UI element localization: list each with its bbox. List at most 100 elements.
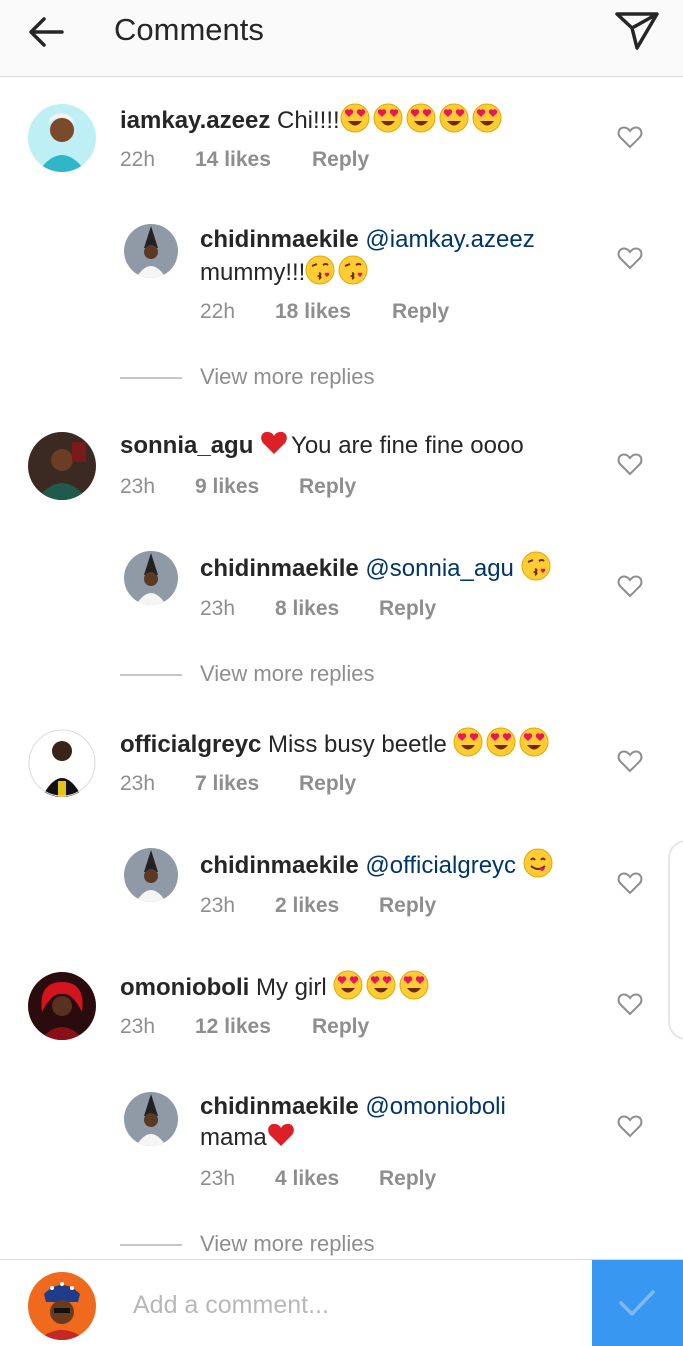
reply-likes[interactable]: 4 likes bbox=[275, 1167, 339, 1191]
heart-eyes-emoji bbox=[373, 103, 403, 133]
page-title: Comments bbox=[114, 12, 264, 47]
current-user-avatar bbox=[28, 1272, 96, 1340]
divider-line bbox=[120, 674, 182, 676]
reply-meta: 22h 18 likes Reply bbox=[200, 300, 600, 326]
reply-likes[interactable]: 2 likes bbox=[275, 894, 339, 918]
avatar[interactable] bbox=[28, 432, 96, 500]
mention-link[interactable]: @sonnia_agu bbox=[365, 555, 513, 582]
heart-eyes-emoji bbox=[453, 727, 483, 757]
back-arrow-icon[interactable] bbox=[26, 14, 66, 50]
yum-face-emoji bbox=[523, 848, 553, 878]
avatar[interactable] bbox=[124, 1092, 178, 1146]
reply-button[interactable]: Reply bbox=[312, 1015, 369, 1039]
mention-link[interactable]: @omonioboli bbox=[365, 1093, 505, 1120]
top-bar: Comments bbox=[0, 0, 683, 77]
reply-button[interactable]: Reply bbox=[312, 148, 369, 172]
heart-outline-icon[interactable] bbox=[617, 246, 643, 270]
post-button[interactable] bbox=[592, 1260, 683, 1346]
avatar[interactable] bbox=[124, 551, 178, 605]
divider-line bbox=[120, 377, 182, 379]
comment-composer bbox=[0, 1259, 683, 1346]
reply-username[interactable]: chidinmaekile bbox=[200, 852, 359, 879]
comment-username[interactable]: sonnia_agu bbox=[120, 432, 253, 459]
reply-meta: 23h 4 likes Reply bbox=[200, 1167, 600, 1193]
comment-username[interactable]: iamkay.azeez bbox=[120, 107, 270, 134]
reply-likes[interactable]: 18 likes bbox=[275, 300, 351, 324]
view-more-replies[interactable]: View more replies bbox=[120, 1231, 420, 1259]
view-more-replies-label[interactable]: View more replies bbox=[200, 1231, 374, 1257]
reply-button[interactable]: Reply bbox=[379, 597, 436, 621]
reply-meta: 23h 2 likes Reply bbox=[200, 894, 600, 920]
avatar[interactable] bbox=[28, 729, 96, 797]
reply-button[interactable]: Reply bbox=[299, 772, 356, 796]
reply-text: chidinmaekile @officialgreyc bbox=[200, 848, 590, 881]
heart-outline-icon[interactable] bbox=[617, 871, 643, 895]
reply-meta: 23h 8 likes Reply bbox=[200, 597, 600, 623]
reply-username[interactable]: chidinmaekile bbox=[200, 555, 359, 582]
heart-outline-icon[interactable] bbox=[617, 125, 643, 149]
comment-time: 23h bbox=[120, 475, 156, 498]
reply-time: 23h bbox=[200, 1167, 236, 1190]
comment-username[interactable]: officialgreyc bbox=[120, 731, 261, 758]
avatar[interactable] bbox=[28, 972, 96, 1040]
comment-body: You are fine fine oooo bbox=[291, 432, 524, 459]
reply-time: 23h bbox=[200, 597, 236, 620]
reply-text: chidinmaekile @omonioboli mama bbox=[200, 1091, 590, 1153]
heart-eyes-emoji bbox=[333, 970, 363, 1000]
reply-username[interactable]: chidinmaekile bbox=[200, 1093, 359, 1120]
heart-eyes-emoji bbox=[406, 103, 436, 133]
view-more-replies-label[interactable]: View more replies bbox=[200, 364, 374, 390]
heart-eyes-emoji bbox=[486, 727, 516, 757]
comment-likes[interactable]: 14 likes bbox=[195, 148, 271, 172]
red-heart-emoji bbox=[260, 430, 288, 456]
heart-eyes-emoji bbox=[399, 970, 429, 1000]
kiss-heart-emoji bbox=[305, 255, 335, 285]
heart-eyes-emoji bbox=[472, 103, 502, 133]
send-icon[interactable] bbox=[612, 8, 662, 52]
reply-body: mummy!!! bbox=[200, 259, 306, 286]
view-more-replies[interactable]: View more replies bbox=[120, 364, 420, 392]
comment-text: officialgreyc Miss busy beetle bbox=[120, 727, 600, 760]
comment-likes[interactable]: 7 likes bbox=[195, 772, 259, 796]
heart-eyes-emoji bbox=[439, 103, 469, 133]
heart-outline-icon[interactable] bbox=[617, 574, 643, 598]
view-more-replies-label[interactable]: View more replies bbox=[200, 661, 374, 687]
reply-button[interactable]: Reply bbox=[392, 300, 449, 324]
reply-button[interactable]: Reply bbox=[299, 475, 356, 499]
comment-username[interactable]: omonioboli bbox=[120, 974, 249, 1001]
comment-body: Miss busy beetle bbox=[261, 731, 454, 758]
checkmark-icon bbox=[619, 1290, 655, 1316]
reply-button[interactable]: Reply bbox=[379, 894, 436, 918]
heart-eyes-emoji bbox=[519, 727, 549, 757]
reply-username[interactable]: chidinmaekile bbox=[200, 226, 359, 253]
comment-body: My girl bbox=[249, 974, 334, 1001]
comment-body: Chi!!!! bbox=[270, 107, 340, 134]
reply-button[interactable]: Reply bbox=[379, 1167, 436, 1191]
heart-outline-icon[interactable] bbox=[617, 452, 643, 476]
reply-body: mama bbox=[200, 1124, 267, 1151]
mention-link[interactable]: @officialgreyc bbox=[365, 852, 516, 879]
kiss-heart-emoji bbox=[338, 255, 368, 285]
comment-likes[interactable]: 12 likes bbox=[195, 1015, 271, 1039]
red-heart-emoji bbox=[267, 1122, 295, 1148]
kiss-heart-emoji bbox=[521, 551, 551, 581]
heart-eyes-emoji bbox=[340, 103, 370, 133]
comment-input[interactable] bbox=[116, 1280, 576, 1330]
reply-time: 23h bbox=[200, 894, 236, 917]
heart-outline-icon[interactable] bbox=[617, 1114, 643, 1138]
comment-meta: 23h 9 likes Reply bbox=[120, 475, 520, 501]
reply-likes[interactable]: 8 likes bbox=[275, 597, 339, 621]
comment-text: sonnia_agu You are fine fine oooo bbox=[120, 430, 600, 461]
avatar[interactable] bbox=[124, 224, 178, 278]
view-more-replies[interactable]: View more replies bbox=[120, 661, 420, 689]
heart-outline-icon[interactable] bbox=[617, 749, 643, 773]
comment-text: iamkay.azeez Chi!!!! bbox=[120, 103, 590, 136]
comment-likes[interactable]: 9 likes bbox=[195, 475, 259, 499]
mention-link[interactable]: @iamkay.azeez bbox=[365, 226, 534, 253]
avatar[interactable] bbox=[124, 848, 178, 902]
comment-time: 22h bbox=[120, 148, 156, 171]
comment-time: 23h bbox=[120, 772, 156, 795]
side-scroll-handle[interactable] bbox=[668, 840, 683, 1040]
avatar[interactable] bbox=[28, 104, 96, 172]
heart-outline-icon[interactable] bbox=[617, 992, 643, 1016]
